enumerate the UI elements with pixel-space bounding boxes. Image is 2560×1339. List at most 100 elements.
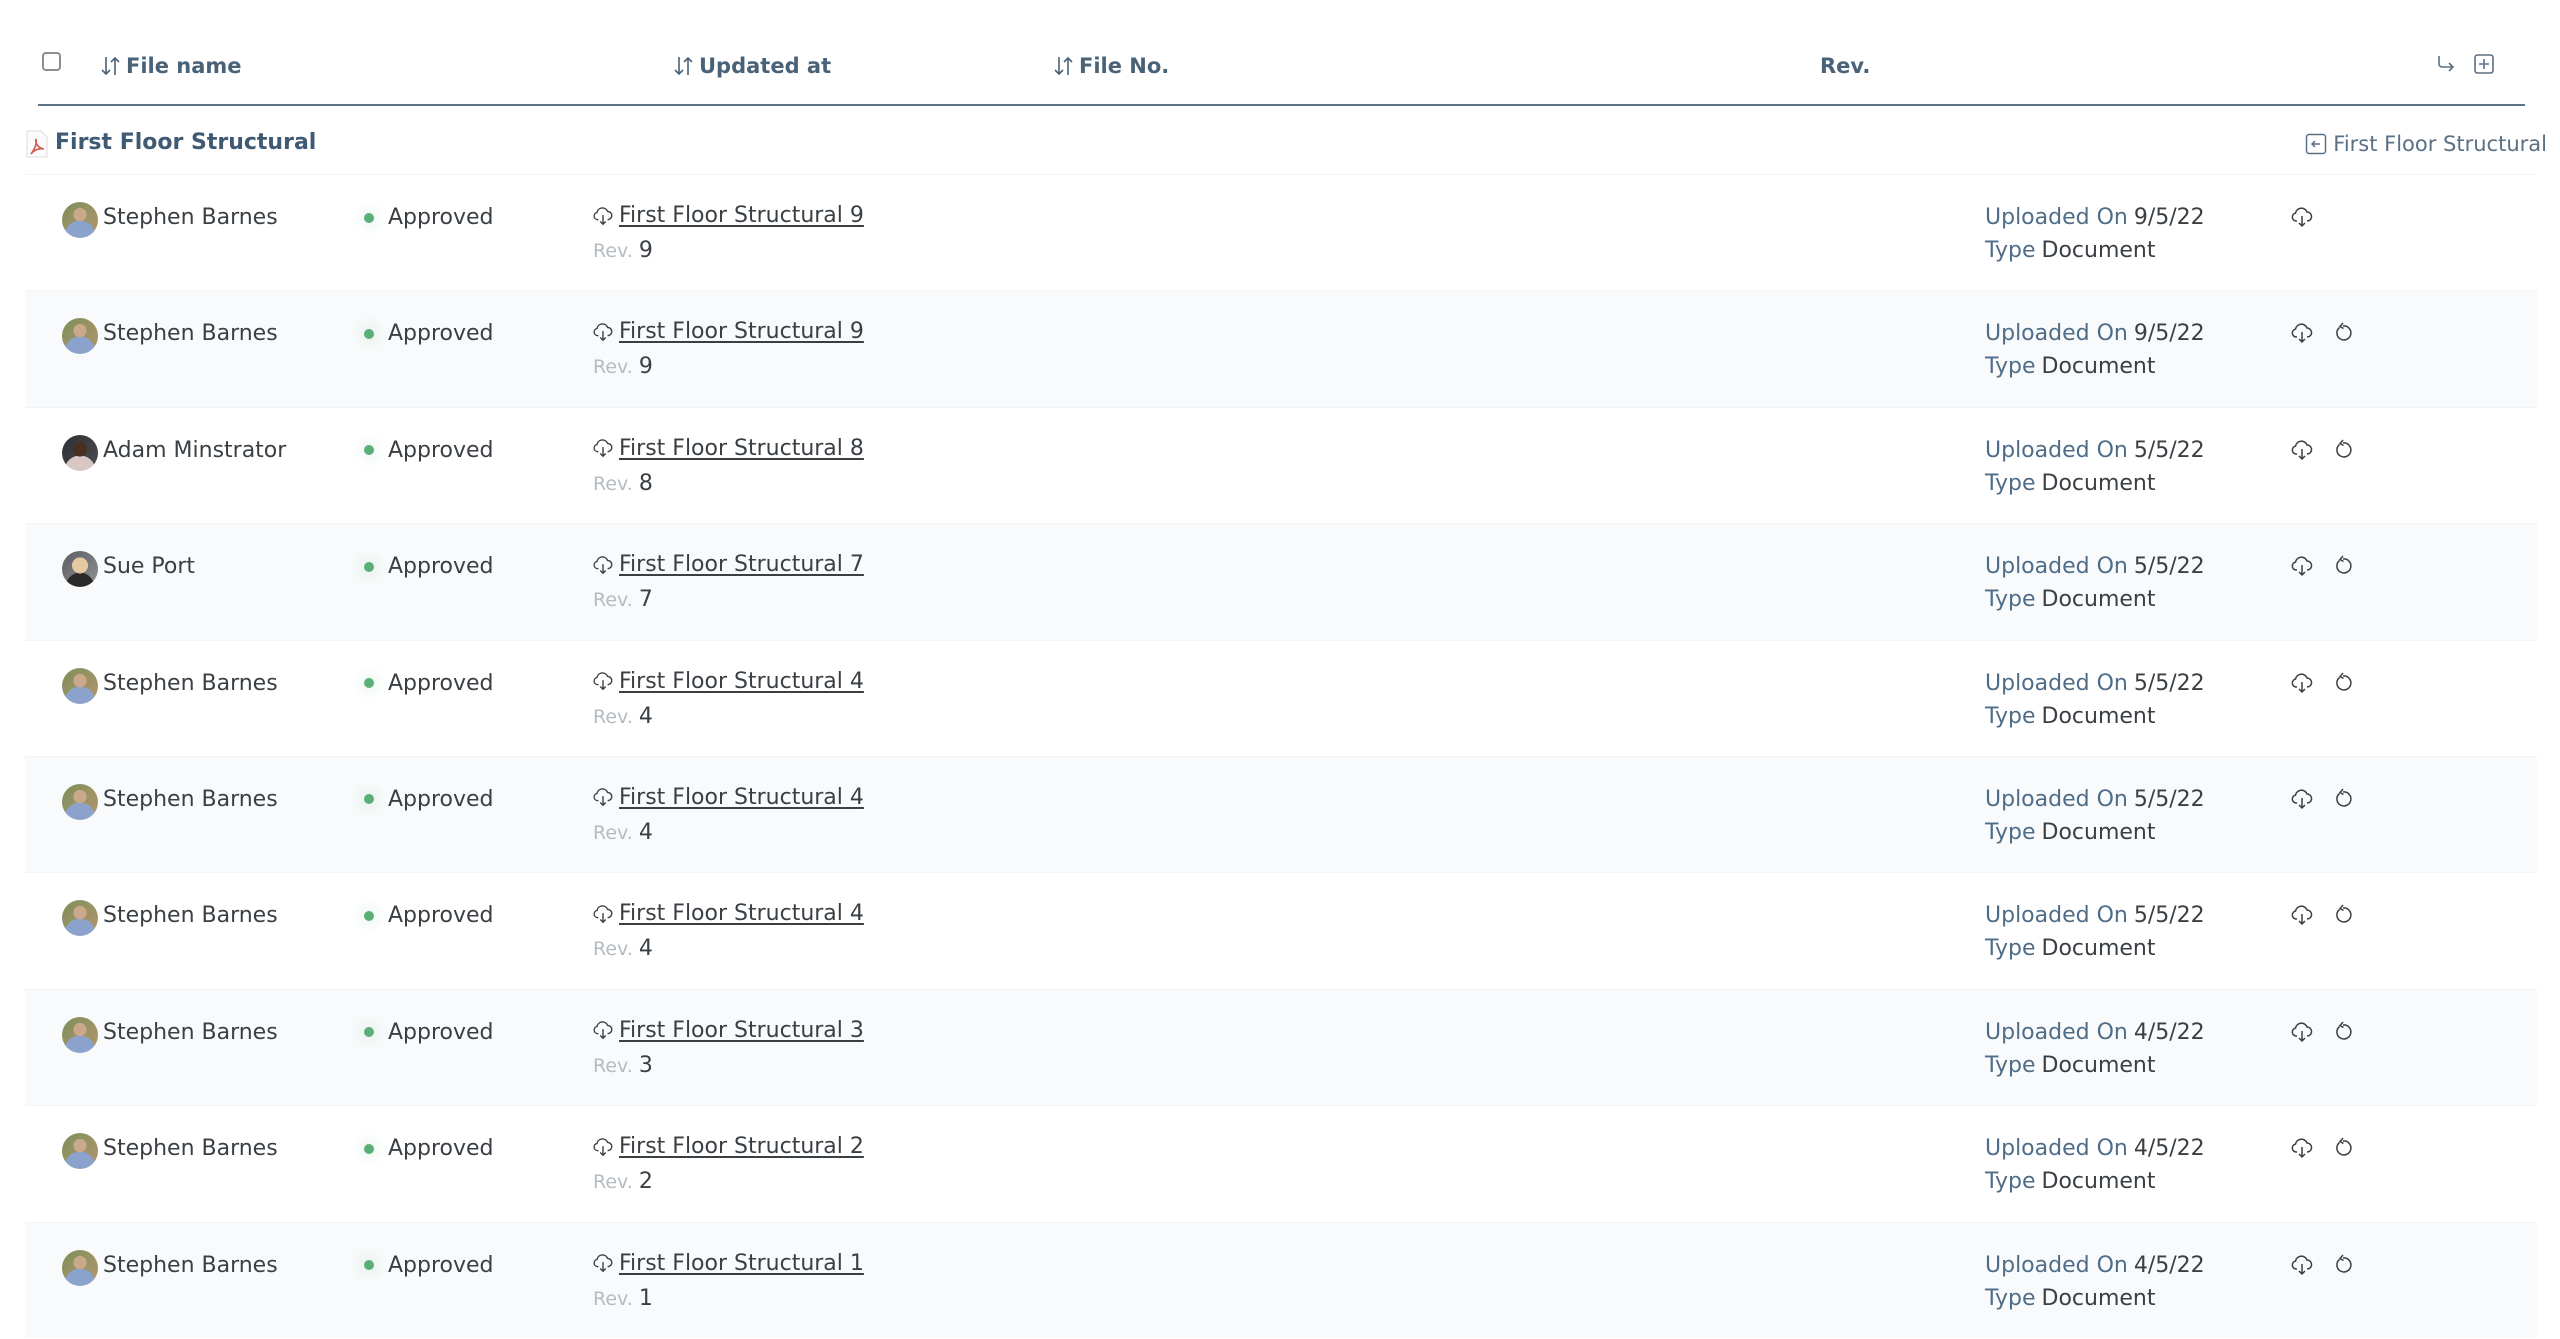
- rev-label: Rev.: [593, 705, 633, 728]
- cloud-download-icon[interactable]: [592, 205, 614, 227]
- file-link-group: First Floor Structural 4: [592, 669, 864, 694]
- file-link-group: First Floor Structural 4: [592, 785, 864, 810]
- type-label: Type: [1985, 936, 2036, 962]
- status-badge: Approved: [364, 1020, 494, 1045]
- type-value: Document: [2041, 354, 2156, 380]
- file-link-group: First Floor Structural 1: [592, 1251, 864, 1276]
- type-value: Document: [2041, 238, 2156, 263]
- revision-row: Stephen Barnes Approved First Floor Stru…: [25, 174, 2537, 290]
- revision-row: Stephen Barnes Approved First Floor Stru…: [25, 988, 2537, 1106]
- share-arrow-icon[interactable]: [2434, 52, 2458, 76]
- status-dot: [364, 561, 374, 572]
- cloud-download-icon[interactable]: [592, 786, 614, 808]
- cloud-download-icon[interactable]: [592, 1019, 614, 1041]
- file-link[interactable]: First Floor Structural 8: [619, 436, 864, 461]
- download-icon[interactable]: [2290, 1253, 2314, 1277]
- cloud-download-icon[interactable]: [592, 321, 614, 343]
- file-link[interactable]: First Floor Structural 4: [619, 901, 864, 926]
- status-badge: Approved: [364, 787, 494, 812]
- user-name: Stephen Barnes: [103, 670, 278, 696]
- download-icon[interactable]: [2290, 205, 2314, 229]
- status-label: Approved: [388, 321, 494, 347]
- rev-value: 1: [638, 1285, 653, 1311]
- add-square-icon[interactable]: [2472, 52, 2496, 76]
- file-type: Type Document: [1985, 471, 2156, 496]
- restore-icon[interactable]: [2331, 1253, 2355, 1277]
- restore-icon[interactable]: [2331, 1020, 2355, 1044]
- file-link[interactable]: First Floor Structural 9: [619, 203, 864, 228]
- rev-value: 4: [638, 936, 653, 962]
- file-link[interactable]: First Floor Structural 3: [619, 1018, 864, 1043]
- file-type: Type Document: [1985, 704, 2156, 729]
- revision-row: Stephen Barnes Approved First Floor Stru…: [25, 639, 2537, 756]
- type-value: Document: [2041, 936, 2156, 962]
- file-link[interactable]: First Floor Structural 2: [619, 1134, 864, 1159]
- restore-icon[interactable]: [2331, 787, 2355, 811]
- cloud-download-icon[interactable]: [592, 1252, 614, 1274]
- restore-icon[interactable]: [2331, 1136, 2355, 1160]
- select-all-checkbox[interactable]: [42, 52, 61, 71]
- download-icon[interactable]: [2290, 321, 2314, 345]
- rev-value: 9: [638, 238, 653, 263]
- uploaded-on: Uploaded On 9/5/22: [1985, 205, 2205, 230]
- type-label: Type: [1985, 1285, 2036, 1311]
- download-icon[interactable]: [2290, 1136, 2314, 1160]
- cloud-download-icon[interactable]: [592, 554, 614, 576]
- file-link[interactable]: First Floor Structural 7: [619, 552, 864, 577]
- download-icon[interactable]: [2290, 1020, 2314, 1044]
- file-link-group: First Floor Structural 9: [592, 319, 864, 344]
- download-icon[interactable]: [2290, 671, 2314, 695]
- file-type: Type Document: [1985, 1053, 2156, 1078]
- group-title[interactable]: First Floor Structural: [55, 130, 316, 155]
- restore-icon[interactable]: [2331, 554, 2355, 578]
- uploaded-on-label: Uploaded On: [1985, 205, 2128, 230]
- file-type: Type Document: [1985, 354, 2156, 379]
- uploaded-on-value: 4/5/22: [2133, 1252, 2205, 1278]
- uploaded-on-value: 5/5/22: [2133, 554, 2205, 580]
- user-name: Sue Port: [103, 554, 196, 580]
- column-header-file-name[interactable]: File name: [100, 54, 242, 78]
- rev-label: Rev.: [593, 1287, 633, 1310]
- type-label: Type: [1985, 354, 2036, 380]
- status-dot: [364, 678, 374, 689]
- download-icon[interactable]: [2290, 438, 2314, 462]
- revision-number: Rev. 4: [593, 820, 653, 845]
- status-dot: [364, 794, 374, 805]
- revision-number: Rev. 4: [593, 936, 653, 961]
- download-icon[interactable]: [2290, 554, 2314, 578]
- avatar: [62, 783, 98, 820]
- type-label: Type: [1985, 587, 2036, 613]
- column-header-updated-at[interactable]: Updated at: [673, 54, 831, 78]
- restore-icon[interactable]: [2331, 321, 2355, 345]
- column-header-file-no[interactable]: File No.: [1053, 54, 1169, 78]
- type-label: Type: [1985, 1052, 2036, 1078]
- restore-icon[interactable]: [2331, 438, 2355, 462]
- restore-icon[interactable]: [2331, 671, 2355, 695]
- file-type: Type Document: [1985, 587, 2156, 612]
- rev-label: Rev.: [593, 589, 633, 612]
- cloud-download-icon[interactable]: [592, 903, 614, 925]
- file-link[interactable]: First Floor Structural 4: [619, 669, 864, 694]
- file-link[interactable]: First Floor Structural 1: [619, 1251, 864, 1276]
- cloud-download-icon[interactable]: [592, 670, 614, 692]
- file-type: Type Document: [1985, 238, 2156, 263]
- revision-number: Rev. 3: [593, 1053, 653, 1078]
- restore-icon[interactable]: [2331, 903, 2355, 927]
- avatar: [62, 1016, 98, 1053]
- uploaded-on-value: 9/5/22: [2133, 205, 2205, 230]
- file-link[interactable]: First Floor Structural 4: [619, 785, 864, 810]
- rev-value: 4: [638, 703, 653, 729]
- cloud-download-icon[interactable]: [592, 437, 614, 459]
- sort-icon: [101, 56, 120, 76]
- uploaded-on-value: 4/5/22: [2133, 1019, 2205, 1045]
- uploaded-on-value: 5/5/22: [2133, 903, 2205, 929]
- download-icon[interactable]: [2290, 903, 2314, 927]
- avatar: [62, 202, 98, 238]
- cloud-download-icon[interactable]: [592, 1136, 614, 1158]
- file-link[interactable]: First Floor Structural 9: [619, 319, 864, 344]
- download-icon[interactable]: [2290, 787, 2314, 811]
- group-back-link[interactable]: First Floor Structural: [2305, 132, 2547, 156]
- back-square-icon: [2306, 133, 2327, 155]
- user-name: Stephen Barnes: [103, 1019, 278, 1045]
- sort-icon: [674, 56, 693, 76]
